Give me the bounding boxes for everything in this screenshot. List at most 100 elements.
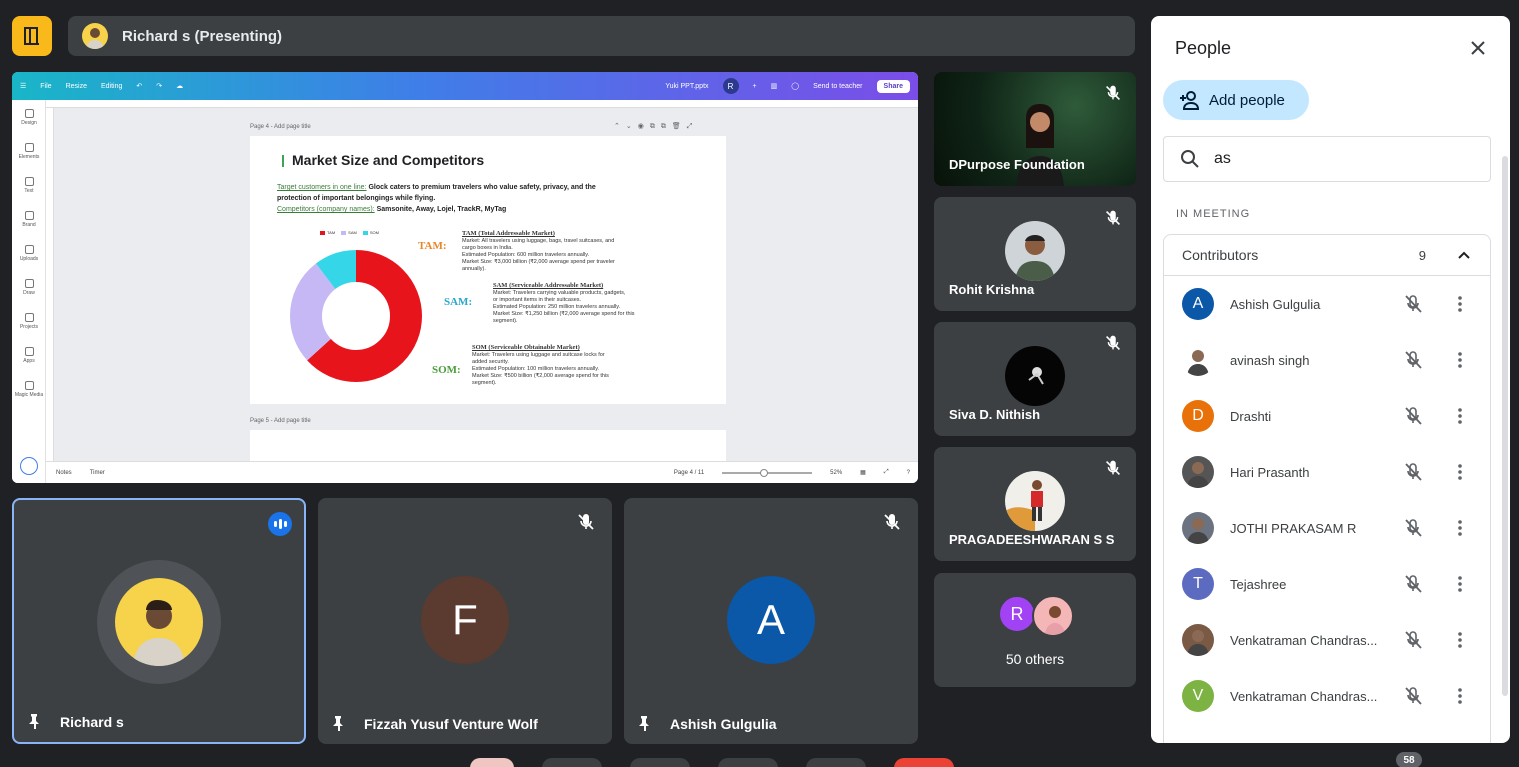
pin-icon[interactable] [330, 714, 348, 732]
undo-icon[interactable]: ↶ [136, 82, 142, 90]
more-options-icon[interactable] [1450, 518, 1470, 538]
tool-uploads[interactable]: Uploads [12, 236, 46, 270]
chevron-up-icon[interactable] [1456, 247, 1472, 263]
participant-row[interactable]: A Ashish Gulgulia [1164, 276, 1490, 332]
tool-elements[interactable]: Elements [12, 134, 46, 168]
more-options-icon[interactable] [1450, 462, 1470, 482]
more-options-icon[interactable] [1450, 406, 1470, 426]
participant-name: Ashish Gulgulia [670, 716, 777, 732]
presenter-text: Richard s (Presenting) [122, 27, 283, 45]
file-menu[interactable]: File [40, 83, 51, 90]
tool-text[interactable]: Text [12, 168, 46, 202]
side-tile-dpurpose[interactable]: DPurpose Foundation [934, 72, 1136, 186]
participant-row[interactable]: Venkatraman Chandras... [1164, 612, 1490, 668]
help-icon[interactable]: ? [907, 470, 910, 476]
contributors-header[interactable]: Contributors 9 [1163, 234, 1491, 276]
side-tile-siva[interactable]: Siva D. Nithish [934, 322, 1136, 436]
more-options-icon[interactable] [1450, 350, 1470, 370]
mic-off-icon[interactable] [1402, 461, 1424, 483]
search-value[interactable]: as [1214, 150, 1231, 168]
leave-call-button[interactable] [894, 758, 954, 767]
participant-tile-ashish[interactable]: A Ashish Gulgulia [624, 498, 918, 744]
more-options-icon[interactable] [1450, 630, 1470, 650]
app-logo[interactable] [12, 16, 52, 56]
control-button[interactable] [630, 758, 690, 767]
add-collaborator-icon[interactable]: + [753, 83, 757, 90]
participant-row[interactable]: V Venkatraman Chandras... [1164, 668, 1490, 724]
send-to-teacher-button[interactable]: Send to teacher [813, 83, 862, 90]
editing-menu[interactable]: Editing [101, 83, 122, 90]
search-input[interactable]: as [1163, 136, 1491, 182]
participant-row[interactable]: avinash singh [1164, 332, 1490, 388]
tool-projects[interactable]: Projects [12, 304, 46, 338]
notes-button[interactable]: Notes [56, 470, 72, 476]
document-name[interactable]: Yuki PPT.pptx [665, 83, 708, 90]
close-icon[interactable] [1466, 36, 1490, 60]
panel-scrollbar[interactable] [1502, 156, 1508, 696]
page-4-label[interactable]: Page 4 - Add page title [250, 124, 311, 130]
pin-icon[interactable] [636, 714, 654, 732]
participant-avatar [1005, 471, 1065, 531]
more-options-icon[interactable] [1450, 686, 1470, 706]
page-5-label[interactable]: Page 5 - Add page title [250, 418, 311, 424]
mic-off-icon[interactable] [1402, 629, 1424, 651]
participant-avatar: A [1182, 288, 1214, 320]
tool-apps[interactable]: Apps [12, 338, 46, 372]
side-tile-others[interactable]: R 50 others [934, 573, 1136, 687]
comment-icon[interactable]: ◯ [791, 82, 799, 90]
participant-avatar [1182, 624, 1214, 656]
add-people-label: Add people [1209, 91, 1285, 109]
mic-off-icon[interactable] [1402, 349, 1424, 371]
shared-screen: ☰ File Resize Editing ↶ ↷ ☁ Yuki PPT.ppt… [12, 72, 918, 483]
door-icon [24, 27, 39, 45]
control-button[interactable] [470, 758, 514, 767]
resize-button[interactable]: Resize [66, 83, 87, 90]
tool-magic-media[interactable]: Magic Media [12, 372, 46, 406]
people-list: A Ashish Gulgulia avinash singh D Drashti Har… [1163, 276, 1491, 743]
timer-button[interactable]: Timer [90, 470, 105, 476]
tam-label: TAM: [418, 240, 447, 252]
participant-row[interactable]: JOTHI PRAKASAM R [1164, 500, 1490, 556]
chart-icon[interactable]: ▥ [771, 82, 778, 90]
redo-icon[interactable]: ↷ [156, 82, 162, 90]
share-button[interactable]: Share [876, 79, 910, 93]
pin-icon[interactable] [26, 712, 44, 730]
control-button[interactable] [718, 758, 778, 767]
add-people-button[interactable]: Add people [1163, 80, 1309, 120]
participant-row[interactable]: Hari Prasanth [1164, 444, 1490, 500]
grid-view-icon[interactable]: ▦ [860, 469, 866, 476]
mic-off-icon[interactable] [1402, 685, 1424, 707]
mic-off-icon[interactable] [1402, 293, 1424, 315]
participant-row[interactable]: T Tejashree [1164, 556, 1490, 612]
participant-name: Hari Prasanth [1230, 464, 1310, 480]
more-options-icon[interactable] [1450, 294, 1470, 314]
tool-draw[interactable]: Draw [12, 270, 46, 304]
tool-design[interactable]: Design [12, 100, 46, 134]
person-add-icon [1180, 91, 1200, 110]
mic-off-icon[interactable] [1402, 517, 1424, 539]
side-tile-pragadeeshwaran[interactable]: PRAGADEESHWARAN S S [934, 447, 1136, 561]
slide-page-4[interactable]: Market Size and Competitors Target custo… [250, 136, 726, 404]
participant-row[interactable]: D Drashti [1164, 388, 1490, 444]
page-indicator[interactable]: Page 4 / 11 [674, 470, 704, 476]
zoom-level[interactable]: 52% [830, 470, 842, 476]
zoom-slider[interactable] [722, 468, 813, 477]
fullscreen-icon[interactable]: ⤢ [884, 469, 889, 476]
participant-count-badge: 58 [1396, 752, 1422, 767]
control-button[interactable] [806, 758, 866, 767]
side-tile-rohit[interactable]: Rohit Krishna [934, 197, 1136, 311]
menu-icon[interactable]: ☰ [20, 82, 26, 90]
tool-brand[interactable]: Brand [12, 202, 46, 236]
magic-assistant-button[interactable] [20, 457, 38, 475]
mic-off-icon[interactable] [1402, 405, 1424, 427]
participant-tile-fizzah[interactable]: F Fizzah Yusuf Venture Wolf [318, 498, 612, 744]
control-button[interactable] [542, 758, 602, 767]
participant-avatar: A [727, 576, 815, 664]
page-controls[interactable]: ⌃⌄◉⧉⧉🗑⤢ [614, 122, 698, 131]
zoom-slider-knob[interactable] [760, 468, 769, 477]
collaborator-avatar[interactable]: R [722, 78, 739, 94]
presenter-avatar [82, 23, 108, 49]
more-options-icon[interactable] [1450, 574, 1470, 594]
participant-tile-richard[interactable]: Richard s [12, 498, 306, 744]
mic-off-icon[interactable] [1402, 573, 1424, 595]
